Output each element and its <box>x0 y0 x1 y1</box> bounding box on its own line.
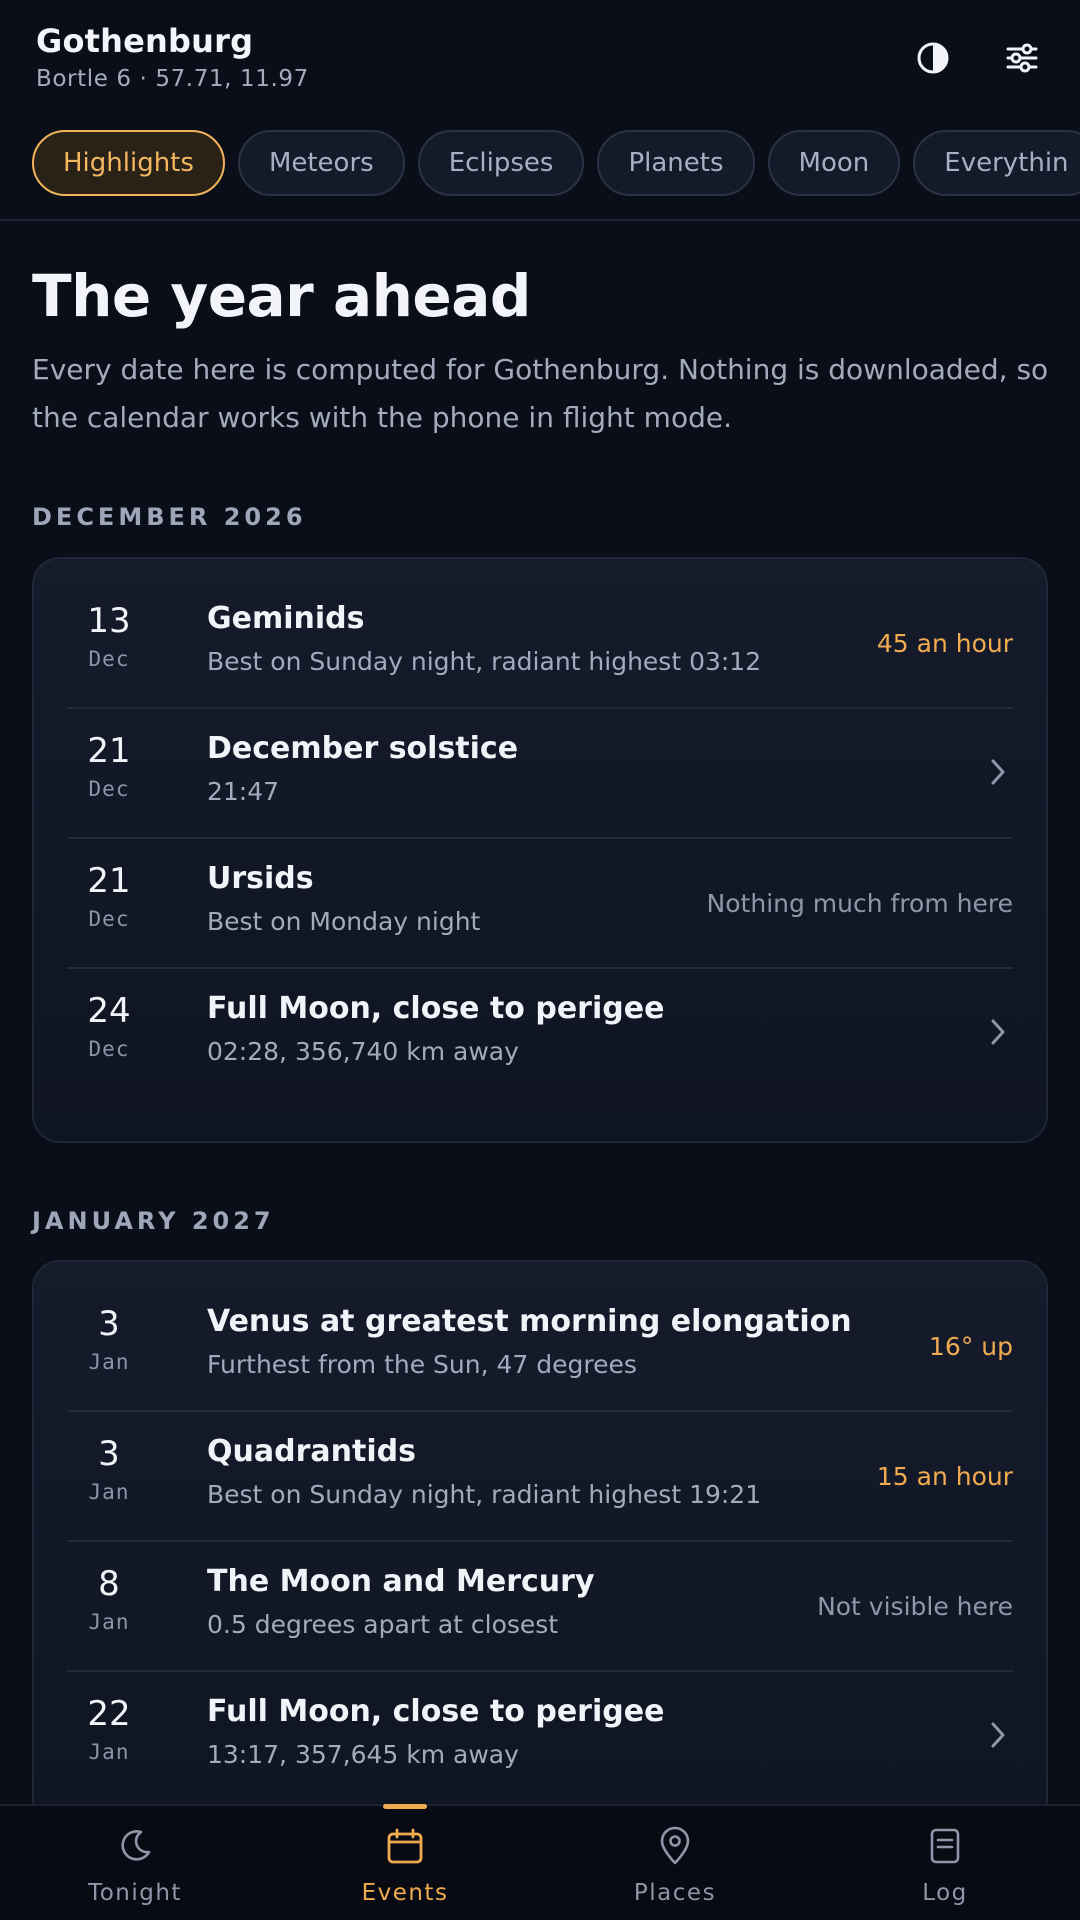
event-month: Jan <box>88 1610 130 1634</box>
divider <box>0 219 1080 221</box>
nav-tonight[interactable]: Tonight <box>35 1806 235 1920</box>
chip-planets[interactable]: Planets <box>597 130 755 196</box>
chevron-right-icon <box>991 1722 1005 1748</box>
chip-eclipses[interactable]: Eclipses <box>417 130 585 196</box>
event-month: Dec <box>88 1037 130 1061</box>
event-day: 3 <box>98 1304 120 1344</box>
event-subtitle: 21:47 <box>207 777 280 806</box>
intro-section: The year ahead Every date here is comput… <box>32 262 1052 442</box>
chip-meteors[interactable]: Meteors <box>237 130 405 196</box>
event-title: Venus at greatest morning elongation <box>207 1304 852 1339</box>
nav-events[interactable]: Events <box>305 1806 505 1920</box>
chevron-right-icon <box>991 1019 1005 1045</box>
month-heading: JANUARY 2027 <box>32 1207 275 1235</box>
event-title: Full Moon, close to perigee <box>207 991 665 1026</box>
chip-everything[interactable]: Everythin <box>913 130 1080 196</box>
nav-label: Places <box>633 1880 717 1906</box>
event-month: Dec <box>88 907 130 931</box>
event-rate-badge: 45 an hour <box>876 629 1013 658</box>
event-row[interactable]: 21 Dec Ursids Best on Monday night Nothi… <box>67 839 1013 969</box>
event-subtitle: Furthest from the Sun, 47 degrees <box>207 1350 637 1379</box>
event-title: Ursids <box>207 861 314 896</box>
nav-label: Tonight <box>88 1880 182 1906</box>
notebook-icon <box>930 1828 960 1864</box>
event-day: 24 <box>87 991 131 1031</box>
filter-settings-button[interactable] <box>1000 36 1044 80</box>
event-month: Dec <box>88 647 130 671</box>
event-visibility-note: Not visible here <box>817 1592 1013 1621</box>
nav-label: Log <box>922 1880 968 1906</box>
chip-highlights[interactable]: Highlights <box>32 130 225 196</box>
event-day: 21 <box>87 861 131 901</box>
event-subtitle: 02:28, 356,740 km away <box>207 1037 519 1066</box>
event-altitude-badge: 16° up <box>929 1332 1013 1361</box>
event-subtitle: Best on Sunday night, radiant highest 19… <box>207 1480 762 1509</box>
event-month: Jan <box>88 1350 130 1374</box>
nav-places[interactable]: Places <box>575 1806 775 1920</box>
event-title: Full Moon, close to perigee <box>207 1694 665 1729</box>
location-details: Bortle 6 · 57.71, 11.97 <box>36 66 309 92</box>
event-row[interactable]: 3 Jan Venus at greatest morning elongati… <box>67 1282 1013 1412</box>
event-subtitle: 0.5 degrees apart at closest <box>207 1610 559 1639</box>
event-subtitle: Best on Sunday night, radiant highest 03… <box>207 647 762 676</box>
event-title: December solstice <box>207 731 519 766</box>
events-card: 13 Dec Geminids Best on Sunday night, ra… <box>32 557 1048 1143</box>
nav-label: Events <box>361 1880 449 1906</box>
chevron-right-icon <box>991 759 1005 785</box>
event-title: The Moon and Mercury <box>207 1564 595 1599</box>
event-day: 3 <box>98 1434 120 1474</box>
event-rate-badge: 15 an hour <box>876 1462 1013 1491</box>
event-month: Jan <box>88 1740 130 1764</box>
contrast-button[interactable] <box>911 36 955 80</box>
event-row[interactable]: 21 Dec December solstice 21:47 <box>67 709 1013 839</box>
category-chips: Highlights Meteors Eclipses Planets Moon Ever… <box>0 130 1080 200</box>
header: Gothenburg Bortle 6 · 57.71, 11.97 <box>0 0 1080 110</box>
intro-text: Every date here is computed for Gothenbu… <box>32 353 1049 434</box>
event-month: Jan <box>88 1480 130 1504</box>
event-row[interactable]: 22 Jan Full Moon, close to perigee 13:17… <box>67 1672 1013 1802</box>
location-title: Gothenburg <box>36 22 254 60</box>
page-title: The year ahead <box>32 262 531 330</box>
event-day: 13 <box>87 601 131 641</box>
event-day: 22 <box>87 1694 131 1734</box>
sliders-icon <box>1006 43 1038 73</box>
chip-moon[interactable]: Moon <box>767 130 901 196</box>
event-day: 21 <box>87 731 131 771</box>
event-title: Quadrantids <box>207 1434 416 1469</box>
event-row[interactable]: 8 Jan The Moon and Mercury 0.5 degrees a… <box>67 1542 1013 1672</box>
nav-log[interactable]: Log <box>845 1806 1045 1920</box>
month-heading: DECEMBER 2026 <box>32 503 307 531</box>
event-row[interactable]: 3 Jan Quadrantids Best on Sunday night, … <box>67 1412 1013 1542</box>
event-row[interactable]: 24 Dec Full Moon, close to perigee 02:28… <box>67 969 1013 1099</box>
event-subtitle: Best on Monday night <box>207 907 481 936</box>
app-screen: Gothenburg Bortle 6 · 57.71, 11.97 Highl… <box>0 0 1080 1920</box>
event-title: Geminids <box>207 601 365 636</box>
calendar-icon <box>387 1828 423 1864</box>
event-visibility-note: Nothing much from here <box>706 889 1013 918</box>
event-subtitle: 13:17, 357,645 km away <box>207 1740 519 1769</box>
moon-icon <box>121 1830 151 1861</box>
bottom-navigation: Tonight Events Places Log <box>0 1804 1080 1920</box>
map-pin-icon <box>660 1826 690 1865</box>
contrast-icon <box>917 42 949 74</box>
event-day: 8 <box>98 1564 120 1604</box>
event-row[interactable]: 13 Dec Geminids Best on Sunday night, ra… <box>67 579 1013 709</box>
event-month: Dec <box>88 777 130 801</box>
